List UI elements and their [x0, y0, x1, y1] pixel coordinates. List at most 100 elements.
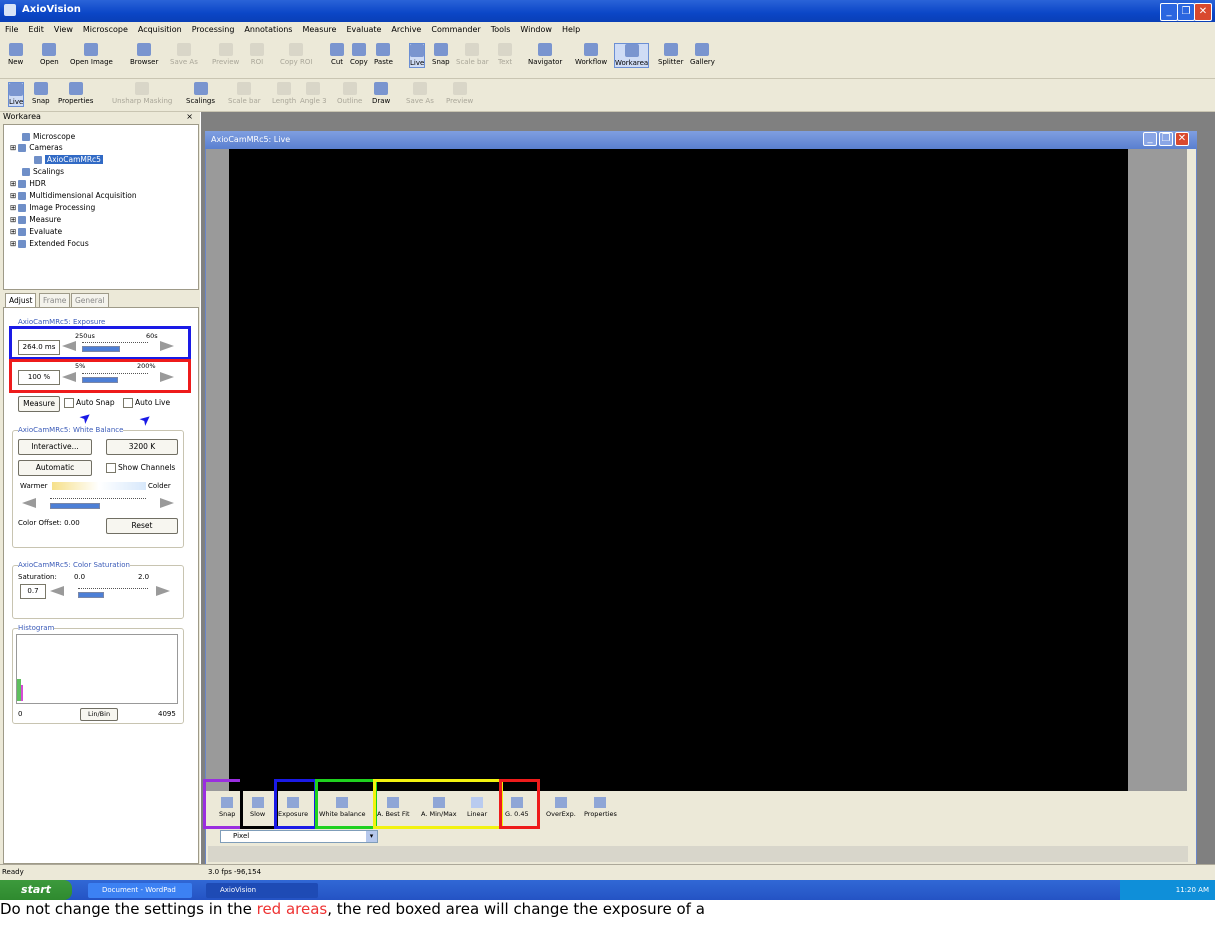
toolbar-button[interactable]: Copy [350, 43, 368, 66]
live-maximize-button[interactable]: ❐ [1159, 132, 1173, 146]
start-button[interactable]: start [0, 880, 72, 900]
toolbar-button[interactable]: Splitter [658, 43, 683, 66]
toolbar-button[interactable]: Live [8, 82, 25, 107]
maximize-button[interactable]: ❐ [1177, 3, 1195, 21]
toolbar-button[interactable]: Gallery [690, 43, 715, 66]
tree-item[interactable]: ⊞ HDR [10, 179, 46, 188]
chevron-down-icon[interactable]: ▾ [366, 831, 377, 842]
auto-snap-checkbox[interactable]: Auto Snap [64, 398, 115, 408]
tree-item[interactable]: Scalings [22, 167, 64, 176]
toolbar-button[interactable]: Navigator [528, 43, 562, 66]
live-minimize-button[interactable]: _ [1143, 132, 1157, 146]
automatic-button[interactable]: Automatic [18, 460, 92, 476]
minimize-button[interactable]: _ [1160, 3, 1178, 21]
tab-frame[interactable]: Frame [39, 293, 71, 307]
menu-item[interactable]: Measure [297, 22, 341, 37]
live-tool-button[interactable]: Properties [584, 797, 617, 818]
reset-button[interactable]: Reset [106, 518, 178, 534]
menu-item[interactable]: Evaluate [341, 22, 386, 37]
menu-item[interactable]: Help [557, 22, 585, 37]
toolbar-button[interactable]: Preview [446, 82, 473, 105]
tree-item[interactable]: AxioCamMRc5 [34, 155, 103, 164]
close-button[interactable]: ✕ [1194, 3, 1212, 21]
toolbar-button[interactable]: Text [498, 43, 512, 66]
menu-item[interactable]: Processing [187, 22, 240, 37]
toolbar-button[interactable]: Outline [337, 82, 362, 105]
pixel-combobox[interactable]: Pixel ▾ [220, 830, 378, 843]
wb-increase-arrow[interactable] [160, 498, 174, 508]
menu-item[interactable]: Tools [486, 22, 516, 37]
expand-icon[interactable]: ⊞ [10, 191, 16, 200]
tree-item[interactable]: ⊞ Image Processing [10, 203, 95, 212]
expand-icon[interactable]: ⊞ [10, 179, 16, 188]
tree-item[interactable]: ⊞ Extended Focus [10, 239, 89, 248]
saturation-value-field[interactable]: 0.7 [20, 584, 46, 599]
toolbar-button[interactable]: Cut [330, 43, 344, 66]
menu-item[interactable]: Window [515, 22, 557, 37]
workarea-close-icon[interactable]: × [186, 112, 193, 121]
toolbar-button[interactable]: Workflow [575, 43, 607, 66]
live-scrollbar[interactable] [1187, 149, 1195, 839]
expand-icon[interactable]: ⊞ [10, 215, 16, 224]
show-channels-checkbox[interactable]: Show Channels [106, 463, 175, 473]
expand-icon[interactable]: ⊞ [10, 227, 16, 236]
toolbar-button[interactable]: Paste [374, 43, 393, 66]
toolbar-button[interactable]: Live [409, 43, 426, 68]
menu-item[interactable]: File [0, 22, 23, 37]
tree-item[interactable]: ⊞ Multidimensional Acquisition [10, 191, 137, 200]
kelvin-button[interactable]: 3200 K [106, 439, 178, 455]
tree-item[interactable]: ⊞ Evaluate [10, 227, 62, 236]
task-axiovision[interactable]: AxioVision [206, 883, 318, 898]
task-wordpad[interactable]: Document - WordPad [88, 883, 192, 898]
wb-slider[interactable] [50, 503, 100, 509]
toolbar-button[interactable]: Scale bar [228, 82, 261, 105]
saturation-increase-arrow[interactable] [156, 586, 170, 596]
toolbar-button[interactable]: Angle 3 [300, 82, 327, 105]
tab-adjust[interactable]: Adjust [5, 293, 37, 307]
toolbar-button[interactable]: ROI [250, 43, 264, 66]
tree-item[interactable]: ⊞ Cameras [10, 143, 63, 152]
interactive-button[interactable]: Interactive... [18, 439, 92, 455]
menu-item[interactable]: Edit [23, 22, 49, 37]
menu-item[interactable]: Acquisition [133, 22, 187, 37]
toolbar-button[interactable]: Save As [170, 43, 198, 66]
toolbar-button[interactable]: Properties [58, 82, 93, 105]
toolbar-button[interactable]: Snap [432, 43, 450, 66]
live-close-button[interactable]: ✕ [1175, 132, 1189, 146]
toolbar-button[interactable]: Unsharp Masking [112, 82, 172, 105]
toolbar-button[interactable]: Workarea [614, 43, 650, 68]
saturation-decrease-arrow[interactable] [50, 586, 64, 596]
warmer-label: Warmer [20, 482, 48, 490]
tab-general[interactable]: General [71, 293, 109, 307]
saturation-slider[interactable] [78, 592, 104, 598]
menu-item[interactable]: Annotations [239, 22, 297, 37]
wb-decrease-arrow[interactable] [22, 498, 36, 508]
toolbar-button[interactable]: Draw [372, 82, 390, 105]
toolbar-button[interactable]: Open Image [70, 43, 113, 66]
menu-item[interactable]: Microscope [78, 22, 133, 37]
toolbar-button[interactable]: Length [272, 82, 296, 105]
measure-button[interactable]: Measure [18, 396, 60, 412]
toolbar-button[interactable]: Scale bar [456, 43, 489, 66]
menu-item[interactable]: Archive [386, 22, 426, 37]
tree-item[interactable]: ⊞ Measure [10, 215, 61, 224]
toolbar-button[interactable]: Preview [212, 43, 239, 66]
toolbar-button[interactable]: Browser [130, 43, 158, 66]
lin-bin-button[interactable]: Lin/Bin [80, 708, 118, 721]
toolbar-button[interactable]: Save As [406, 82, 434, 105]
tree-item[interactable]: Microscope [22, 132, 75, 141]
menu-item[interactable]: Commander [426, 22, 485, 37]
live-tool-button[interactable]: OverExp. [546, 797, 576, 818]
toolbar-button[interactable]: Copy ROI [280, 43, 312, 66]
auto-live-checkbox[interactable]: Auto Live [123, 398, 170, 408]
toolbar-button[interactable]: Scalings [186, 82, 215, 105]
expand-icon[interactable]: ⊞ [10, 239, 16, 248]
menu-item[interactable]: View [49, 22, 78, 37]
live-image-canvas[interactable] [229, 149, 1128, 791]
white-balance-label: AxioCamMRc5: White Balance [18, 426, 124, 434]
toolbar-button[interactable]: New [8, 43, 23, 66]
expand-icon[interactable]: ⊞ [10, 203, 16, 212]
toolbar-button[interactable]: Open [40, 43, 59, 66]
expand-icon[interactable]: ⊞ [10, 143, 16, 152]
toolbar-button[interactable]: Snap [32, 82, 50, 105]
